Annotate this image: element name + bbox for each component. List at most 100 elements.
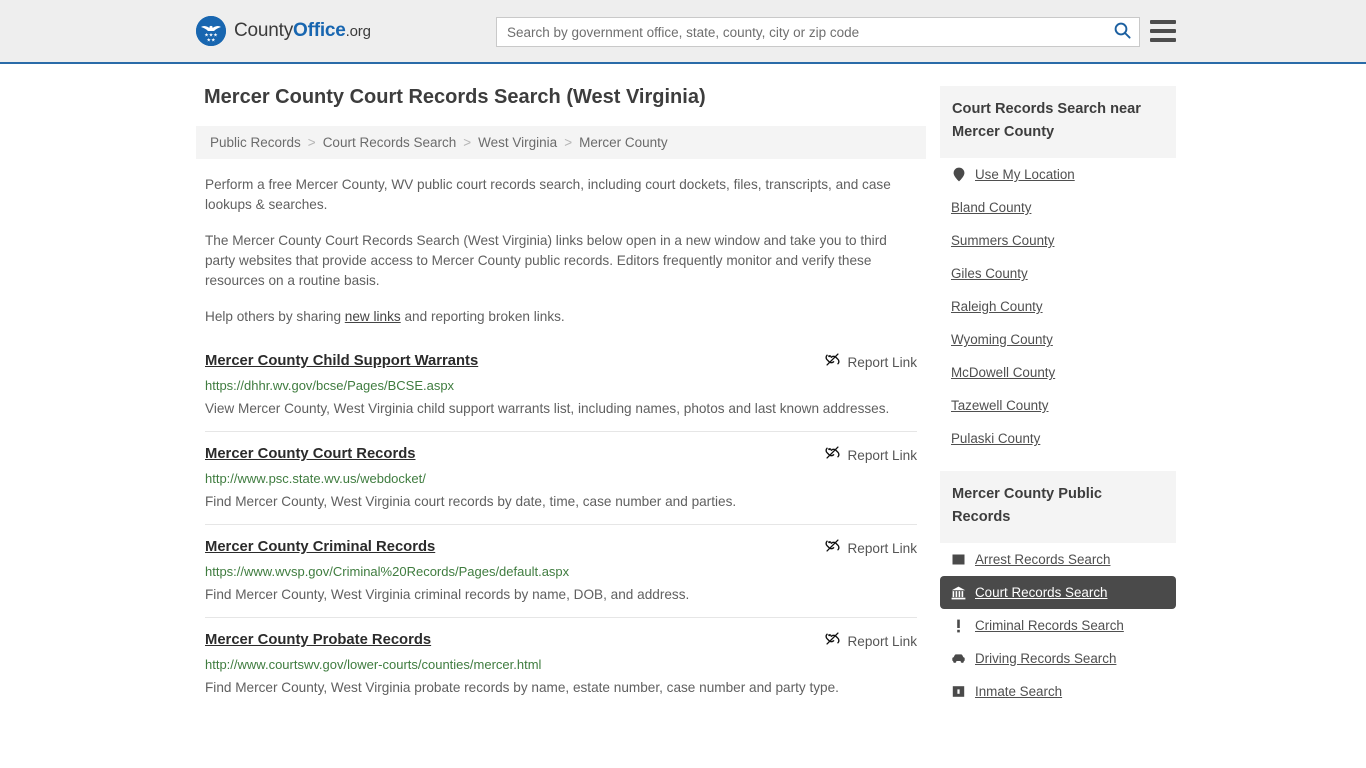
sidebar-item-mcdowell-county[interactable]: McDowell County — [940, 356, 1176, 389]
page-body: Mercer County Court Records Search (West… — [0, 64, 1366, 724]
sidebar-item-giles-county[interactable]: Giles County — [940, 257, 1176, 290]
sidebar-item-raleigh-county[interactable]: Raleigh County — [940, 290, 1176, 323]
public-records-heading: Mercer County Public Records — [940, 471, 1176, 543]
sidebar-item-court-records-search[interactable]: Court Records Search — [940, 576, 1176, 609]
sidebar-item-label: Bland County — [951, 200, 1032, 215]
fingerprint-square-icon — [951, 552, 966, 567]
report-link-button[interactable]: Report Link — [825, 351, 917, 372]
nearby-county-list: Use My Location Bland County Summers Cou… — [940, 158, 1176, 455]
sidebar-item-bland-county[interactable]: Bland County — [940, 191, 1176, 224]
breadcrumb-separator: > — [307, 135, 316, 150]
result-title-link[interactable]: Mercer County Criminal Records — [205, 537, 435, 558]
broken-link-icon — [825, 352, 841, 372]
sidebar-item-label: Pulaski County — [951, 431, 1041, 446]
main-content: Mercer County Court Records Search (West… — [196, 64, 926, 724]
result-url[interactable]: http://www.psc.state.wv.us/webdocket/ — [205, 470, 917, 487]
report-link-label: Report Link — [847, 447, 917, 463]
hamburger-bar — [1150, 20, 1176, 24]
sidebar-item-arrest-records-search[interactable]: Arrest Records Search — [940, 543, 1176, 576]
map-pin-icon — [951, 167, 966, 182]
help-line-before: Help others by sharing — [205, 309, 345, 324]
result-title-link[interactable]: Mercer County Probate Records — [205, 630, 431, 651]
broken-link-icon — [825, 631, 841, 651]
public-records-list: Arrest Records Search Court Records Sear… — [940, 543, 1176, 708]
help-line: Help others by sharing new links and rep… — [205, 307, 917, 327]
car-icon — [951, 651, 966, 666]
result-url[interactable]: http://www.courtswv.gov/lower-courts/cou… — [205, 656, 917, 673]
result-description: View Mercer County, West Virginia child … — [205, 401, 890, 416]
breadcrumb-item-public-records[interactable]: Public Records — [210, 135, 301, 150]
result-item: Mercer County Probate Records Report Lin… — [205, 630, 917, 710]
breadcrumb-item-court-records-search[interactable]: Court Records Search — [323, 135, 457, 150]
breadcrumb-item-mercer-county[interactable]: Mercer County — [579, 135, 668, 150]
result-item: Mercer County Court Records Report Link — [205, 444, 917, 525]
jail-icon — [951, 684, 966, 699]
sidebar-item-label: McDowell County — [951, 365, 1056, 380]
new-links-link[interactable]: new links — [345, 309, 401, 324]
result-description: Find Mercer County, West Virginia court … — [205, 494, 737, 509]
sidebar-item-label: Summers County — [951, 233, 1055, 248]
sidebar: Court Records Search near Mercer County … — [940, 64, 1176, 724]
sidebar-item-summers-county[interactable]: Summers County — [940, 224, 1176, 257]
sidebar-item-wyoming-county[interactable]: Wyoming County — [940, 323, 1176, 356]
logo-text-org: .org — [345, 23, 371, 40]
svg-text:★★: ★★ — [207, 38, 216, 44]
logo-wordmark: CountyOffice.org — [234, 20, 371, 42]
broken-link-icon — [825, 445, 841, 465]
nearby-search-heading: Court Records Search near Mercer County — [940, 86, 1176, 158]
report-link-label: Report Link — [847, 540, 917, 556]
search-input[interactable] — [497, 18, 1105, 46]
eagle-shield-logo-icon: ★★★ ★★ — [196, 16, 226, 46]
sidebar-item-use-my-location[interactable]: Use My Location — [940, 158, 1176, 191]
result-title-link[interactable]: Mercer County Court Records — [205, 444, 415, 465]
report-link-label: Report Link — [847, 354, 917, 370]
sidebar-item-label: Raleigh County — [951, 299, 1043, 314]
report-link-button[interactable]: Report Link — [825, 537, 917, 558]
sidebar-item-label: Inmate Search — [975, 684, 1063, 699]
result-item: Mercer County Criminal Records Report Li… — [205, 537, 917, 618]
hamburger-bar — [1150, 38, 1176, 42]
sidebar-item-driving-records-search[interactable]: Driving Records Search — [940, 642, 1176, 675]
result-description: Find Mercer County, West Virginia crimin… — [205, 587, 690, 602]
result-title-link[interactable]: Mercer County Child Support Warrants — [205, 351, 478, 372]
intro-paragraph-1: Perform a free Mercer County, WV public … — [205, 177, 891, 212]
public-records-box: Mercer County Public Records Arrest Reco… — [940, 471, 1176, 708]
page-title: Mercer County Court Records Search (West… — [204, 86, 706, 108]
result-description: Find Mercer County, West Virginia probat… — [205, 680, 839, 695]
result-header: Mercer County Child Support Warrants Rep… — [205, 351, 917, 372]
breadcrumb: Public Records > Court Records Search > … — [196, 126, 926, 159]
logo-text-office: Office — [293, 20, 346, 41]
result-header: Mercer County Criminal Records Report Li… — [205, 537, 917, 558]
site-header: ★★★ ★★ CountyOffice.org — [0, 0, 1366, 64]
help-line-after: and reporting broken links. — [400, 309, 565, 324]
search-bar[interactable] — [496, 17, 1140, 47]
result-url[interactable]: https://dhhr.wv.gov/bcse/Pages/BCSE.aspx — [205, 377, 917, 394]
sidebar-item-inmate-search[interactable]: Inmate Search — [940, 675, 1176, 708]
sidebar-item-criminal-records-search[interactable]: Criminal Records Search — [940, 609, 1176, 642]
search-button[interactable] — [1105, 18, 1139, 46]
hamburger-menu-icon[interactable] — [1150, 20, 1176, 42]
sidebar-item-pulaski-county[interactable]: Pulaski County — [940, 422, 1176, 455]
breadcrumb-separator: > — [564, 135, 573, 150]
result-item: Mercer County Child Support Warrants Rep… — [205, 351, 917, 432]
breadcrumb-item-west-virginia[interactable]: West Virginia — [478, 135, 557, 150]
courthouse-icon — [951, 585, 966, 600]
sidebar-item-tazewell-county[interactable]: Tazewell County — [940, 389, 1176, 422]
logo-text-county: County — [234, 20, 294, 41]
breadcrumb-separator: > — [463, 135, 472, 150]
sidebar-item-label: Giles County — [951, 266, 1028, 281]
nearby-search-box: Court Records Search near Mercer County … — [940, 86, 1176, 455]
report-link-button[interactable]: Report Link — [825, 444, 917, 465]
sidebar-item-label: Arrest Records Search — [975, 552, 1111, 567]
result-header: Mercer County Court Records Report Link — [205, 444, 917, 465]
result-url[interactable]: https://www.wvsp.gov/Criminal%20Records/… — [205, 563, 917, 580]
report-link-button[interactable]: Report Link — [825, 630, 917, 651]
report-link-label: Report Link — [847, 633, 917, 649]
broken-link-icon — [825, 538, 841, 558]
exclamation-icon — [951, 618, 966, 633]
site-logo[interactable]: ★★★ ★★ CountyOffice.org — [196, 16, 371, 46]
results-list: Mercer County Child Support Warrants Rep… — [196, 351, 926, 710]
sidebar-item-label: Wyoming County — [951, 332, 1053, 347]
sidebar-item-label: Court Records Search — [975, 585, 1108, 600]
intro-text: Perform a free Mercer County, WV public … — [196, 175, 926, 327]
